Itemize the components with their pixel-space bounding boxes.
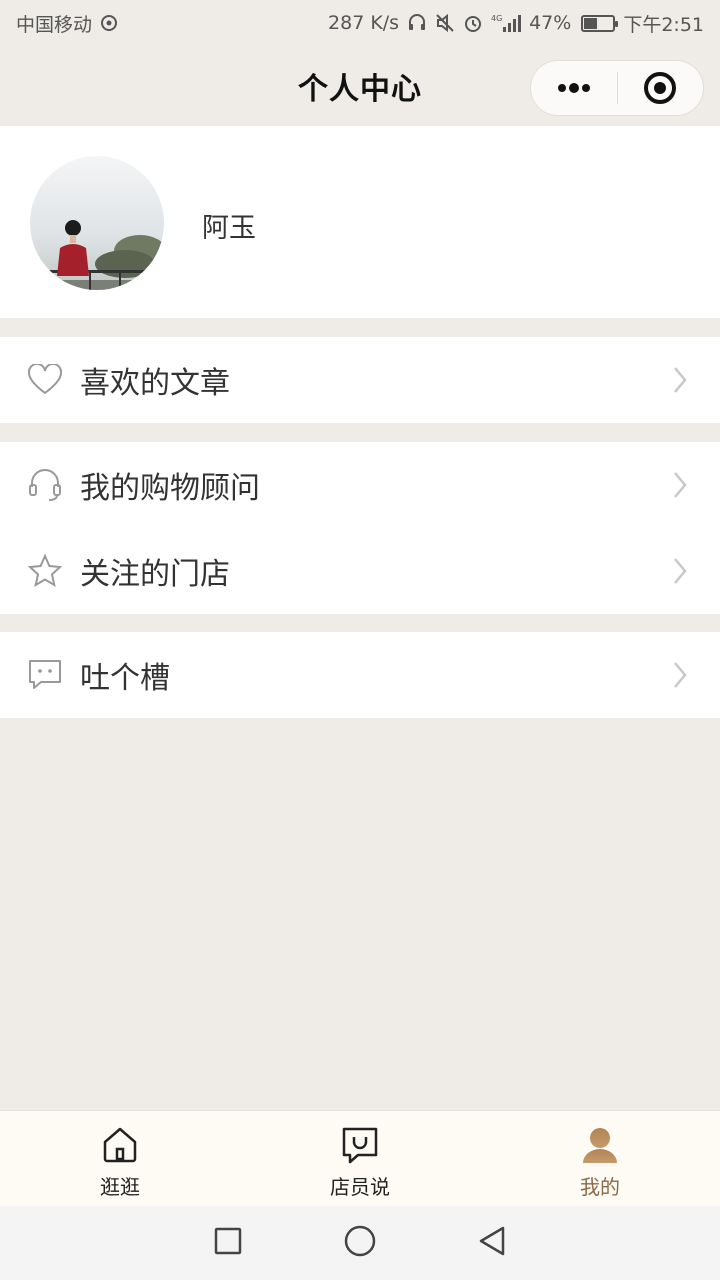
battery-percent: 47% [529,12,572,34]
svg-text:4G: 4G [491,14,502,23]
close-button[interactable] [618,61,704,115]
alarm-icon [463,13,483,33]
4g-signal-icon: 4G [491,13,522,33]
menu-group-feedback: 吐个槽 [0,632,720,718]
tab-label: 逛逛 [100,1175,140,1199]
carrier-label: 中国移动 [16,13,93,36]
more-dots-icon [557,83,590,93]
headphone-icon [407,13,427,33]
user-nickname: 阿玉 [202,213,256,244]
chevron-right-icon [672,660,688,694]
menu-item-liked-articles[interactable]: 喜欢的文章 [0,337,720,423]
battery-icon [581,14,619,32]
tab-mine[interactable]: 我的 [480,1111,720,1206]
message-smile-icon [342,1127,378,1164]
mute-icon [435,13,455,33]
mini-program-capsule [530,60,704,116]
system-navigation-bar [0,1206,720,1280]
tab-label: 店员说 [330,1175,390,1199]
close-target-icon [644,72,677,104]
avatar[interactable] [30,156,164,290]
star-icon [26,552,64,590]
menu-item-label: 吐个槽 [80,661,170,696]
tab-staff-says[interactable]: 店员说 [240,1111,480,1206]
bottom-tab-bar: 逛逛 店员说 我的 [0,1110,720,1206]
battery-level-fill [584,17,598,29]
status-bar: 中国移动 287 K/s 4G 47% 下午2:51 [0,0,720,46]
menu-item-feedback[interactable]: 吐个槽 [0,632,720,718]
square-recent-icon[interactable] [213,1226,243,1260]
headset-icon [26,466,64,504]
menu-item-label: 我的购物顾问 [80,471,260,506]
menu-item-label: 喜欢的文章 [80,366,230,401]
more-button[interactable] [531,61,617,115]
home-icon [103,1127,137,1163]
menu-item-followed-stores[interactable]: 关注的门店 [0,528,720,614]
menu-item-label: 关注的门店 [80,557,230,592]
person-icon [583,1128,617,1163]
signal-icon [100,14,118,32]
tab-label: 我的 [580,1175,620,1199]
tab-browse[interactable]: 逛逛 [0,1111,240,1206]
chat-bubble-icon [26,656,64,694]
chevron-right-icon [672,365,688,399]
nav-bar: 个人中心 [0,46,720,126]
menu-group-shopping: 我的购物顾问 关注的门店 [0,442,720,614]
triangle-back-icon[interactable] [477,1225,507,1261]
menu-group-favorites: 喜欢的文章 [0,337,720,423]
menu-item-shopping-advisor[interactable]: 我的购物顾问 [0,442,720,528]
profile-card[interactable]: 阿玉 [0,126,720,318]
circle-home-icon[interactable] [343,1224,377,1262]
clock-time: 下午2:51 [623,13,704,36]
heart-icon [26,361,64,399]
chevron-right-icon [672,470,688,504]
chevron-right-icon [672,556,688,590]
network-speed: 287 K/s [328,12,400,34]
user-avatar-photo [30,156,164,290]
